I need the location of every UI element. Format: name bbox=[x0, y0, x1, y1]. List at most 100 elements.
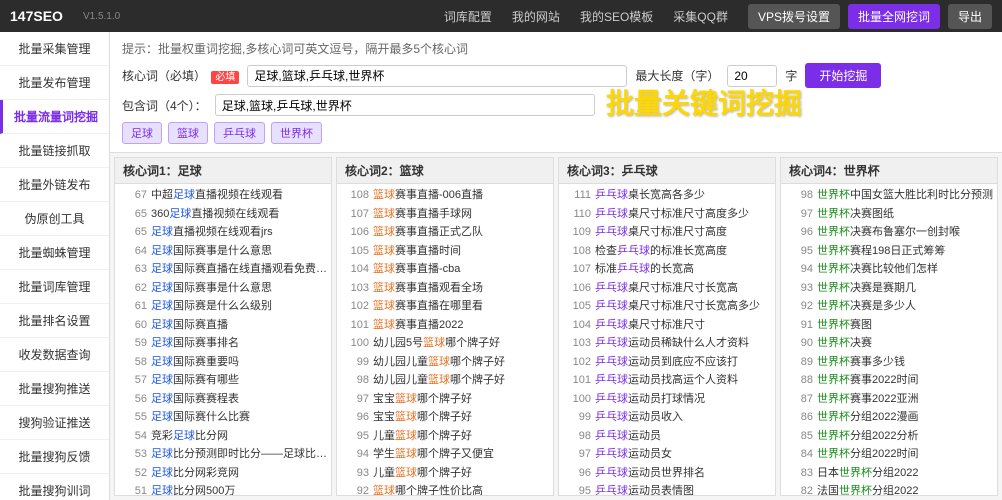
table-row[interactable]: 98乒乓球运动员 bbox=[559, 427, 775, 446]
table-row[interactable]: 107标准乒乓球的长宽高 bbox=[559, 260, 775, 279]
sidebar-item-sogou-feedback[interactable]: 批量搜狗反馈 bbox=[0, 440, 109, 474]
sidebar-item-sogou-push[interactable]: 批量搜狗推送 bbox=[0, 372, 109, 406]
table-row[interactable]: 106篮球赛事直播正式乙队 bbox=[337, 223, 553, 242]
table-row[interactable]: 92世界杯决赛是多少人 bbox=[781, 297, 997, 316]
table-row[interactable]: 53足球比分预测即时比分——足球比赛结果500 bbox=[115, 445, 331, 464]
table-row[interactable]: 93儿童篮球哪个牌子好 bbox=[337, 464, 553, 483]
table-row[interactable]: 104乒乓球桌尺寸标准尺寸 bbox=[559, 316, 775, 335]
table-row[interactable]: 108检查乒乓球的标准长宽高度 bbox=[559, 242, 775, 261]
table-row[interactable]: 65360足球直播视频在线观看 bbox=[115, 205, 331, 224]
table-row[interactable]: 95儿童篮球哪个牌子好 bbox=[337, 427, 553, 446]
table-row[interactable]: 82法国世界杯分组2022 bbox=[781, 482, 997, 495]
table-row[interactable]: 94世界杯决赛比较他们怎样 bbox=[781, 260, 997, 279]
table-row[interactable]: 59足球国际赛事排名 bbox=[115, 334, 331, 353]
nav-qq-group[interactable]: 采集QQ群 bbox=[673, 8, 728, 25]
tag-3[interactable]: 世界杯 bbox=[271, 122, 322, 144]
table-row[interactable]: 90世界杯决赛 bbox=[781, 334, 997, 353]
table-row[interactable]: 54竞彩足球比分网 bbox=[115, 427, 331, 446]
table-row[interactable]: 110乒乓球桌尺寸标准尺寸高度多少 bbox=[559, 205, 775, 224]
table-row[interactable]: 91世界杯赛图 bbox=[781, 316, 997, 335]
table-row[interactable]: 97乒乓球运动员女 bbox=[559, 445, 775, 464]
table-row[interactable]: 63足球国际赛直播在线直播观看免费欢宝 bbox=[115, 260, 331, 279]
bulk-dig-btn[interactable]: 批量全网挖词 bbox=[848, 4, 940, 29]
table-row[interactable]: 88世界杯赛事2022时间 bbox=[781, 371, 997, 390]
table-row[interactable]: 87世界杯赛事2022亚洲 bbox=[781, 390, 997, 409]
vps-btn[interactable]: VPS拨号设置 bbox=[748, 4, 840, 29]
table-row[interactable]: 99幼儿园儿童篮球哪个牌子好 bbox=[337, 353, 553, 372]
sidebar-item-flow-dig[interactable]: 批量流量词挖掘 bbox=[0, 100, 109, 134]
table-row[interactable]: 67中超足球直播视频在线观看 bbox=[115, 186, 331, 205]
table-row[interactable]: 83日本世界杯分组2022 bbox=[781, 464, 997, 483]
export-btn[interactable]: 导出 bbox=[948, 4, 992, 29]
table-row[interactable]: 102篮球赛事直播在哪里看 bbox=[337, 297, 553, 316]
table-row[interactable]: 106乒乓球桌尺寸标准尺寸长宽高 bbox=[559, 279, 775, 298]
sidebar-item-collect[interactable]: 批量采集管理 bbox=[0, 32, 109, 66]
table-row[interactable]: 96乒乓球运动员世界排名 bbox=[559, 464, 775, 483]
table-row[interactable]: 103乒乓球运动员稀缺什么人才资料 bbox=[559, 334, 775, 353]
result-num: 98 bbox=[785, 187, 813, 204]
table-row[interactable]: 60足球国际赛直播 bbox=[115, 316, 331, 335]
table-row[interactable]: 84世界杯分组2022时间 bbox=[781, 445, 997, 464]
core-input[interactable] bbox=[247, 65, 627, 87]
table-row[interactable]: 86世界杯分组2022漫画 bbox=[781, 408, 997, 427]
table-row[interactable]: 101乒乓球运动员找高运个人资料 bbox=[559, 371, 775, 390]
sidebar-item-sogou-verify[interactable]: 搜狗验证推送 bbox=[0, 406, 109, 440]
tag-0[interactable]: 足球 bbox=[122, 122, 162, 144]
sidebar-item-pseudo-original[interactable]: 伪原创工具 bbox=[0, 202, 109, 236]
nav-seo-template[interactable]: 我的SEO模板 bbox=[580, 8, 653, 25]
table-row[interactable]: 52足球比分网彩竞网 bbox=[115, 464, 331, 483]
table-row[interactable]: 97世界杯决赛图纸 bbox=[781, 205, 997, 224]
sidebar-item-link-grab[interactable]: 批量链接抓取 bbox=[0, 134, 109, 168]
result-text: 世界杯分组2022漫画 bbox=[817, 409, 993, 426]
sidebar-item-outlink[interactable]: 批量外链发布 bbox=[0, 168, 109, 202]
sidebar-item-rank[interactable]: 批量排名设置 bbox=[0, 304, 109, 338]
table-row[interactable]: 65足球直播视频在线观看jrs bbox=[115, 223, 331, 242]
table-row[interactable]: 101篮球赛事直播2022 bbox=[337, 316, 553, 335]
table-row[interactable]: 103篮球赛事直播观看全场 bbox=[337, 279, 553, 298]
table-row[interactable]: 58足球国际赛重要吗 bbox=[115, 353, 331, 372]
table-row[interactable]: 64足球国际赛事是什么意思 bbox=[115, 242, 331, 261]
table-row[interactable]: 96宝宝篮球哪个牌子好 bbox=[337, 408, 553, 427]
start-btn[interactable]: 开始挖掘 bbox=[805, 63, 881, 88]
table-row[interactable]: 93世界杯决赛是赛期几 bbox=[781, 279, 997, 298]
table-row[interactable]: 98世界杯中国女篮大胜比利时比分预测 bbox=[781, 186, 997, 205]
table-row[interactable]: 109乒乓球桌尺寸标准尺寸高度 bbox=[559, 223, 775, 242]
nav-my-site[interactable]: 我的网站 bbox=[512, 8, 560, 25]
table-row[interactable]: 100乒乓球运动员打球情况 bbox=[559, 390, 775, 409]
table-row[interactable]: 99乒乓球运动员收入 bbox=[559, 408, 775, 427]
include-input[interactable] bbox=[215, 94, 595, 116]
sidebar-item-spider[interactable]: 批量蜘蛛管理 bbox=[0, 236, 109, 270]
sidebar-item-data-query[interactable]: 收发数据查询 bbox=[0, 338, 109, 372]
table-row[interactable]: 105篮球赛事直播时间 bbox=[337, 242, 553, 261]
table-row[interactable]: 108篮球赛事直播-006直播 bbox=[337, 186, 553, 205]
table-row[interactable]: 102乒乓球运动员到底应不应该打 bbox=[559, 353, 775, 372]
table-row[interactable]: 94学生篮球哪个牌子又便宜 bbox=[337, 445, 553, 464]
table-row[interactable]: 111乒乓球桌长宽高各多少 bbox=[559, 186, 775, 205]
table-row[interactable]: 51足球比分网500万 bbox=[115, 482, 331, 495]
table-row[interactable]: 104篮球赛事直播-cba bbox=[337, 260, 553, 279]
max-len-input[interactable] bbox=[727, 65, 777, 87]
table-row[interactable]: 89世界杯赛事多少钱 bbox=[781, 353, 997, 372]
table-row[interactable]: 56足球国际赛赛程表 bbox=[115, 390, 331, 409]
table-row[interactable]: 95世界杯赛程198日正式筹筹 bbox=[781, 242, 997, 261]
sidebar-item-publish[interactable]: 批量发布管理 bbox=[0, 66, 109, 100]
table-row[interactable]: 61足球国际赛是什么么级别 bbox=[115, 297, 331, 316]
table-row[interactable]: 85世界杯分组2022分析 bbox=[781, 427, 997, 446]
table-row[interactable]: 96世界杯决赛布鲁塞尔一创封喉 bbox=[781, 223, 997, 242]
table-row[interactable]: 100幼儿园5号篮球哪个牌子好 bbox=[337, 334, 553, 353]
table-row[interactable]: 57足球国际赛有哪些 bbox=[115, 371, 331, 390]
sidebar-item-sogou-train[interactable]: 批量搜狗训词 bbox=[0, 474, 109, 500]
nav-word-config[interactable]: 词库配置 bbox=[444, 8, 492, 25]
tag-1[interactable]: 篮球 bbox=[168, 122, 208, 144]
table-row[interactable]: 105乒乓球桌尺寸标准尺寸长宽高多少 bbox=[559, 297, 775, 316]
table-row[interactable]: 98幼儿园儿童篮球哪个牌子好 bbox=[337, 371, 553, 390]
table-row[interactable]: 92篮球哪个牌子性价比高 bbox=[337, 482, 553, 495]
table-row[interactable]: 55足球国际赛什么比赛 bbox=[115, 408, 331, 427]
table-row[interactable]: 95乒乓球运动员表情图 bbox=[559, 482, 775, 495]
table-row[interactable]: 107篮球赛事直播手球网 bbox=[337, 205, 553, 224]
table-row[interactable]: 62足球国际赛事是什么意思 bbox=[115, 279, 331, 298]
tag-2[interactable]: 乒乓球 bbox=[214, 122, 265, 144]
sidebar-item-wordlib[interactable]: 批量词库管理 bbox=[0, 270, 109, 304]
result-num: 104 bbox=[341, 261, 369, 278]
table-row[interactable]: 97宝宝篮球哪个牌子好 bbox=[337, 390, 553, 409]
